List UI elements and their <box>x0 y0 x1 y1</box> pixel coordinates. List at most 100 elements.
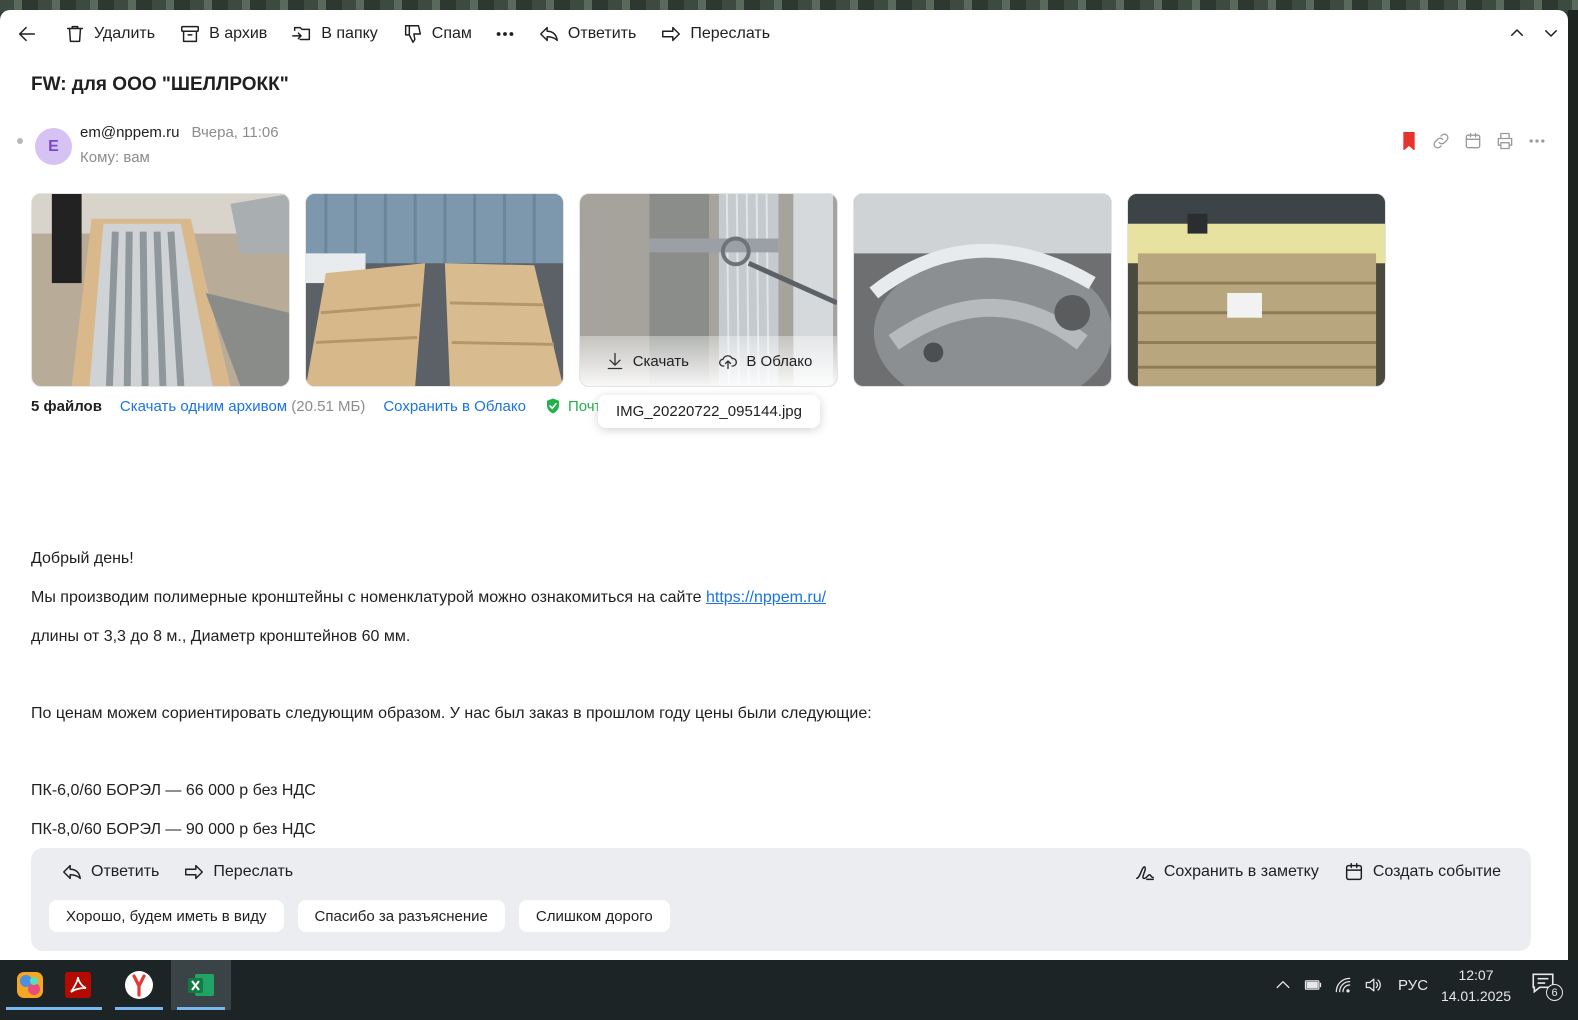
acrobat-icon <box>65 972 91 998</box>
volume-button[interactable] <box>1358 970 1388 1000</box>
taskbar-running-indicator <box>6 1007 54 1010</box>
folder-move-icon <box>292 26 311 41</box>
create-event-label: Создать событие <box>1372 863 1501 880</box>
show-hidden-icons-button[interactable] <box>1268 970 1298 1000</box>
quick-reply-button[interactable]: Ответить <box>49 854 171 890</box>
print-button[interactable] <box>1494 128 1516 154</box>
system-tray: РУС <box>1268 960 1428 1010</box>
quick-forward-button[interactable]: Переслать <box>171 854 305 890</box>
body-paragraph-3: По ценам можем сориентировать следующим … <box>31 705 872 722</box>
taskbar-clock[interactable]: 12:07 14.01.2025 <box>1438 965 1514 1007</box>
calendar-icon <box>1465 132 1481 149</box>
windows-taskbar: РУС 12:07 14.01.2025 6 <box>0 960 1578 1020</box>
bookmark-icon <box>1403 132 1415 150</box>
battery-button[interactable] <box>1298 970 1328 1000</box>
save-to-cloud-link[interactable]: Сохранить в Облако <box>383 398 526 415</box>
clock-time: 12:07 <box>1458 967 1494 983</box>
more-horizontal-icon <box>496 32 514 36</box>
printer-icon <box>1497 132 1513 150</box>
move-to-folder-label: В папку <box>321 25 378 42</box>
attachment-cloud-button[interactable]: В Облако <box>718 351 812 371</box>
delete-button[interactable]: Удалить <box>52 16 167 52</box>
download-archive-link[interactable]: Скачать одним архивом <box>120 398 287 415</box>
back-button[interactable] <box>12 16 52 52</box>
forward-button[interactable]: Переслать <box>648 16 782 52</box>
body-greeting: Добрый день! <box>31 550 134 567</box>
quick-reply-left: Ответить Переслать <box>49 854 305 890</box>
clock-date: 14.01.2025 <box>1440 988 1512 1004</box>
smart-reply-chip[interactable]: Хорошо, будем иметь в виду <box>49 900 284 932</box>
message-navigation <box>1504 20 1564 46</box>
link-icon <box>1433 133 1449 149</box>
attachment-thumbnails: Скачать В Облако <box>31 193 1386 387</box>
archive-button[interactable]: В архив <box>167 16 279 52</box>
smart-reply-chip[interactable]: Слишком дорого <box>518 900 670 932</box>
attachment-download-button[interactable]: Скачать <box>605 351 689 371</box>
create-event-button[interactable]: Создать событие <box>1331 854 1513 890</box>
shield-check-icon <box>546 398 559 414</box>
notification-center-button[interactable]: 6 <box>1530 970 1563 1001</box>
sender-email[interactable]: em@nppem.ru <box>80 124 179 141</box>
battery-icon <box>1304 980 1322 990</box>
archive-size: (20.51 МБ) <box>291 397 366 415</box>
attachment-thumbnail-1[interactable] <box>31 193 290 387</box>
input-language[interactable]: РУС <box>1398 977 1428 994</box>
avatar[interactable]: E <box>35 128 72 165</box>
taskbar-app-excel[interactable] <box>171 960 231 1010</box>
email-date: Вчера, 11:06 <box>191 124 279 141</box>
more-actions-button[interactable] <box>1526 128 1548 154</box>
attachment-download-label: Скачать <box>632 352 689 370</box>
speaker-icon <box>1365 978 1381 992</box>
window-edge <box>1568 10 1578 960</box>
reply-button[interactable]: Ответить <box>526 16 648 52</box>
mail-app-icon <box>17 972 43 998</box>
taskbar-running-indicator <box>115 1007 163 1010</box>
wifi-icon <box>1335 977 1351 993</box>
attachments-count: 5 файлов <box>31 397 102 415</box>
reply-icon <box>63 864 81 880</box>
mail-window: Удалить В архив В папку Спам Ответить Пе… <box>0 10 1568 960</box>
save-note-button[interactable]: Сохранить в заметку <box>1122 854 1331 890</box>
attachment-thumbnail-2[interactable] <box>305 193 564 387</box>
notification-count: 6 <box>1546 984 1563 1001</box>
taskbar-app-yandex-browser[interactable] <box>109 960 169 1010</box>
network-button[interactable] <box>1328 970 1358 1000</box>
attachment-thumbnail-4[interactable] <box>853 193 1112 387</box>
save-note-label: Сохранить в заметку <box>1163 863 1319 880</box>
signature-icon <box>1135 866 1154 881</box>
calendar-button[interactable] <box>1462 128 1484 154</box>
email-subject: FW: для ООО "ШЕЛЛРОКК" <box>31 74 289 95</box>
attachment-thumbnail-3-hovered[interactable]: Скачать В Облако <box>579 193 838 387</box>
spam-button[interactable]: Спам <box>390 16 484 52</box>
more-button[interactable] <box>484 16 526 52</box>
attachment-filename-tooltip: IMG_20220722_095144.jpg <box>598 395 820 428</box>
archive-label: В архив <box>209 25 268 42</box>
attachment-cloud-label: В Облако <box>746 352 813 370</box>
website-link[interactable]: https://nppem.ru/ <box>706 589 826 606</box>
body-paragraph-1: Мы производим полимерные кронштейны с но… <box>31 589 826 607</box>
excel-icon <box>188 974 214 996</box>
next-message-button[interactable] <box>1538 20 1564 46</box>
body-paragraph-2: длины от 3,3 до 8 м., Диаметр кронштейно… <box>31 628 411 645</box>
previous-message-button[interactable] <box>1504 20 1530 46</box>
quick-forward-label: Переслать <box>213 863 294 880</box>
unread-dot[interactable] <box>17 138 23 144</box>
attachment-thumbnail-5[interactable] <box>1127 193 1386 387</box>
chevron-down-icon <box>1545 30 1557 37</box>
sender-info: em@nppem.ru Вчера, 11:06 <box>80 124 279 141</box>
download-archive-group: Скачать одним архивом (20.51 МБ) <box>120 398 365 415</box>
taskbar-app-acrobat[interactable] <box>48 960 108 1010</box>
recipient[interactable]: Кому: вам <box>80 149 150 166</box>
trash-icon <box>66 25 84 43</box>
move-to-folder-button[interactable]: В папку <box>279 16 390 52</box>
body-line1-text: Мы производим полимерные кронштейны с но… <box>31 589 702 606</box>
quick-reply-panel: Ответить Переслать Сохранить в заметку С… <box>31 848 1531 951</box>
copy-link-button[interactable] <box>1430 128 1452 154</box>
bookmark-button[interactable] <box>1398 128 1420 154</box>
cloud-upload-icon <box>719 355 738 370</box>
taskbar-running-indicator <box>177 1007 225 1010</box>
body-price-line-2: ПК-8,0/60 БОРЭЛ — 90 000 р без НДС <box>31 821 316 838</box>
body-price-line-1: ПК-6,0/60 БОРЭЛ — 66 000 р без НДС <box>31 782 316 799</box>
message-actions <box>1398 128 1548 154</box>
smart-reply-chip[interactable]: Спасибо за разъяснение <box>297 900 505 932</box>
